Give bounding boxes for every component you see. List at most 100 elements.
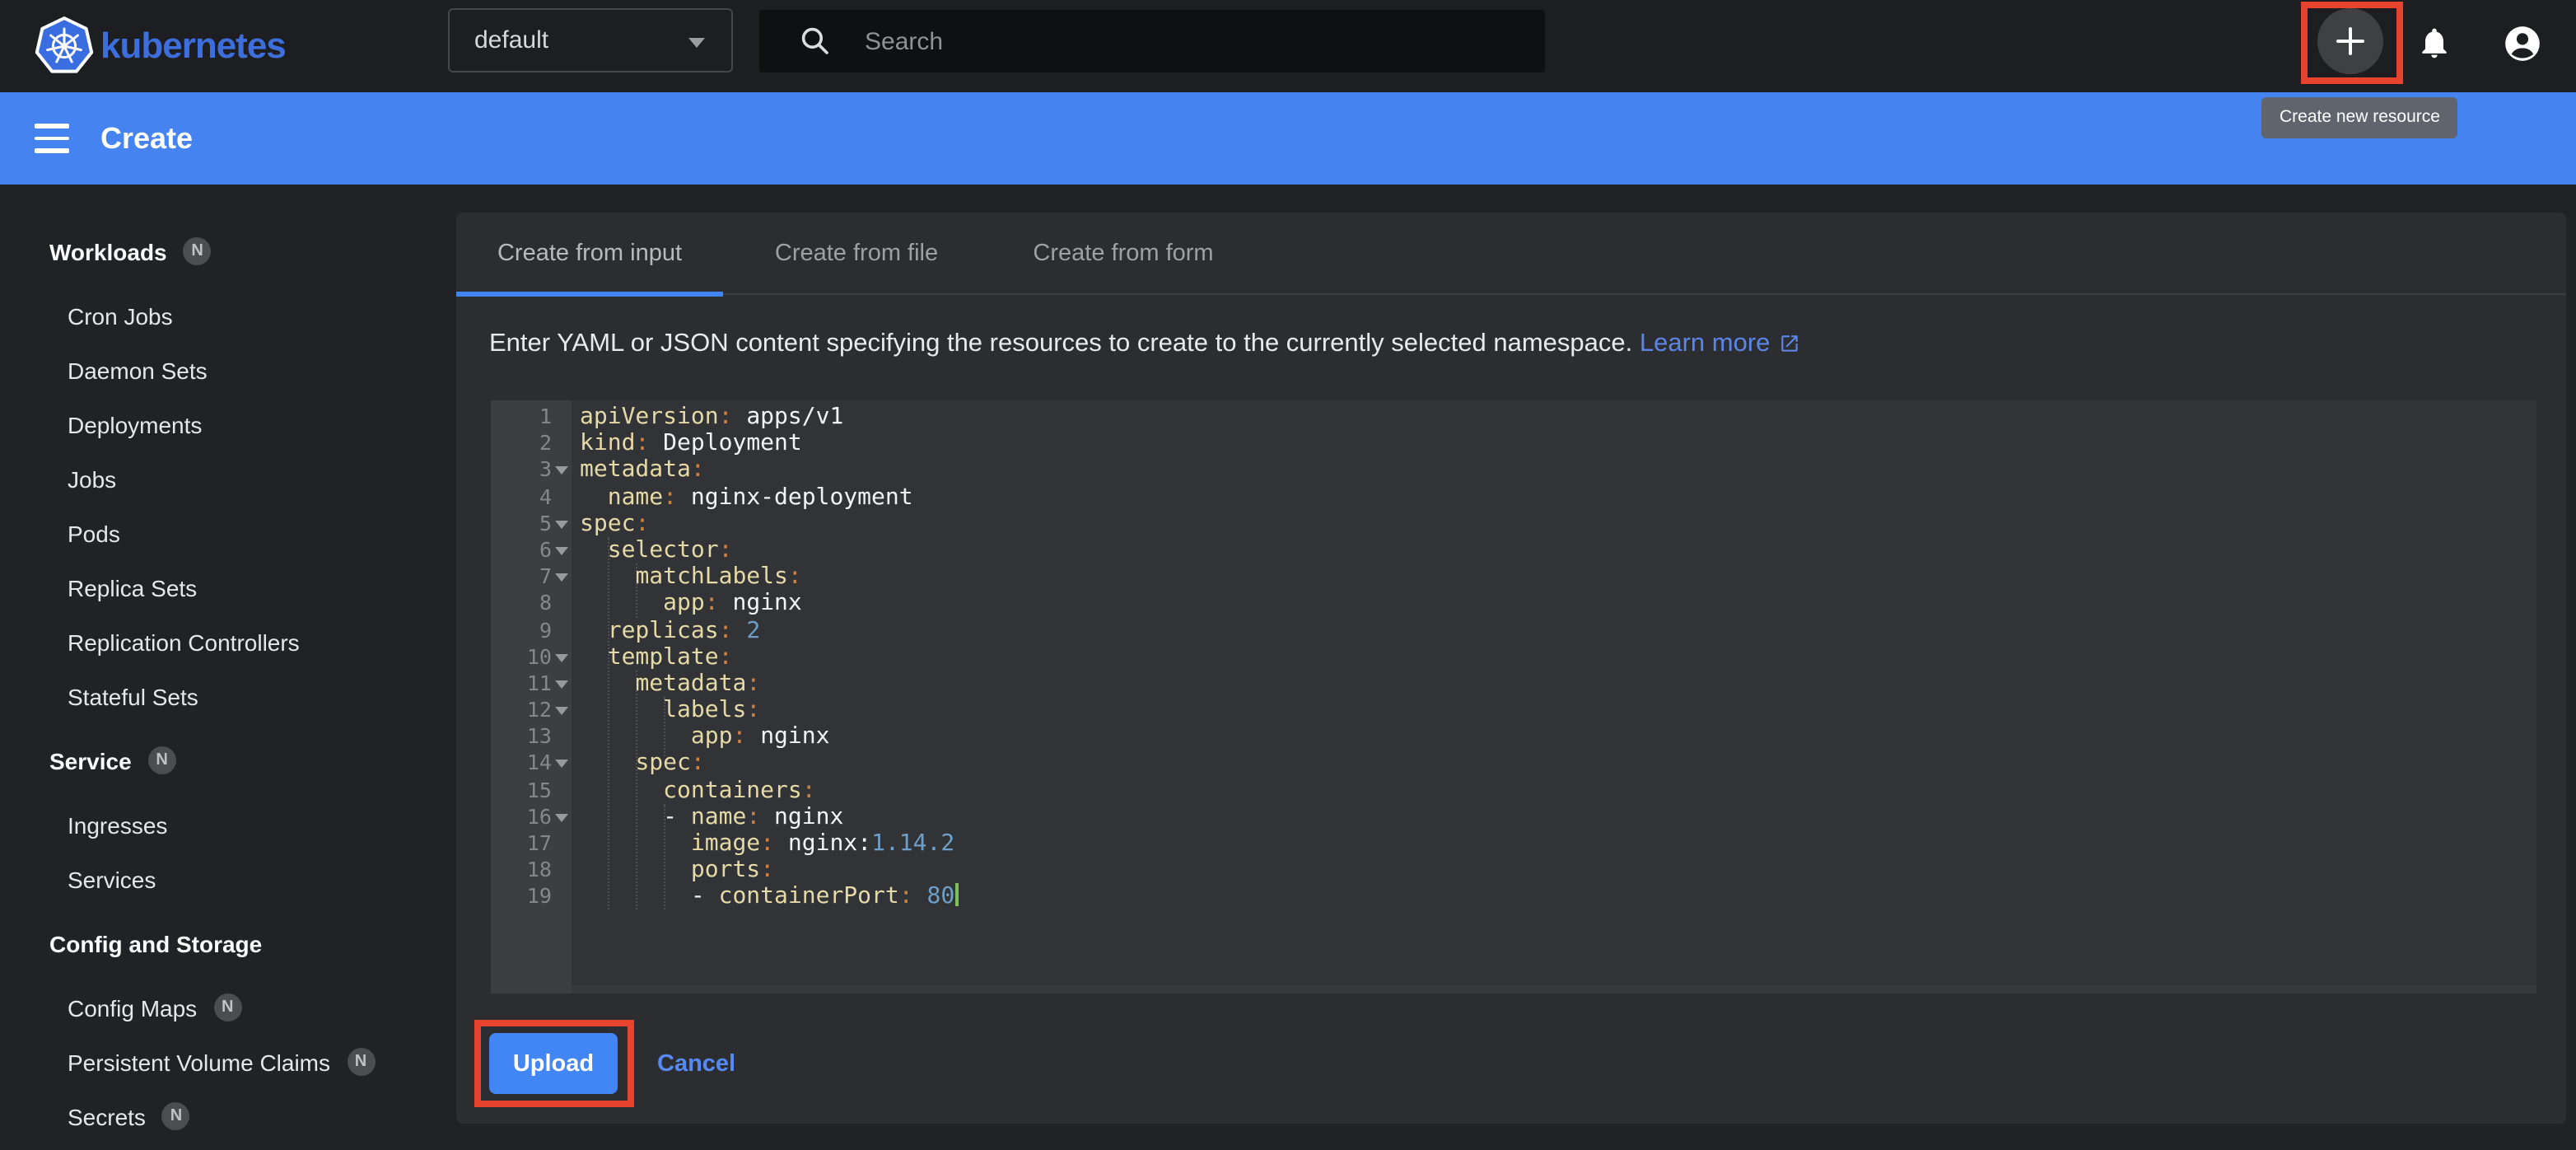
code-text: image: nginx:1.14.2 (572, 830, 954, 857)
fold-arrow-icon[interactable] (555, 680, 568, 689)
line-number: 9 (491, 617, 572, 643)
sidebar-item-replication-controllers[interactable]: Replication Controllers (0, 615, 456, 669)
fold-arrow-icon[interactable] (555, 573, 568, 582)
search-input[interactable] (865, 27, 1458, 55)
fold-arrow-icon[interactable] (555, 653, 568, 661)
line-number: 2 (491, 430, 572, 456)
kubernetes-logo-icon[interactable] (35, 13, 94, 79)
app-bar: Create (0, 92, 2576, 185)
fold-arrow-icon[interactable] (555, 467, 568, 475)
code-text: containers: (572, 777, 816, 803)
editor-line: 9 replicas: 2 (491, 617, 2536, 643)
sidebar-item-jobs[interactable]: Jobs (0, 451, 456, 506)
fold-arrow-icon[interactable] (555, 521, 568, 529)
create-tabs: Create from inputCreate from fileCreate … (456, 213, 2566, 295)
code-text: - name: nginx (572, 804, 843, 830)
sidebar-nav: WorkloadsN Cron Jobs Daemon Sets Deployment… (0, 185, 456, 1150)
line-number: 13 (491, 724, 572, 750)
bell-icon (2416, 25, 2452, 61)
line-number: 14 (491, 750, 572, 777)
line-number: 12 (491, 697, 572, 723)
sidebar-item-deployments[interactable]: Deployments (0, 397, 456, 451)
code-text: app: nginx (572, 591, 802, 617)
sidebar-item-persistent-volume-claims[interactable]: Persistent Volume Claims N (0, 1035, 456, 1089)
menu-icon[interactable] (35, 124, 69, 153)
namespaced-badge: N (347, 1048, 375, 1076)
create-new-resource-button[interactable] (2317, 8, 2383, 74)
sidebar-item-stateful-sets[interactable]: Stateful Sets (0, 669, 456, 723)
editor-line: 11 metadata: (491, 671, 2536, 697)
sidebar-item-cron-jobs[interactable]: Cron Jobs (0, 288, 456, 343)
code-text: labels: (572, 697, 760, 723)
code-text: ports: (572, 857, 774, 883)
line-number: 16 (491, 804, 572, 830)
sidebar-item-pods[interactable]: Pods (0, 506, 456, 560)
tab-create-from-input[interactable]: Create from input (456, 213, 723, 295)
cancel-button[interactable]: Cancel (657, 1033, 735, 1094)
sidebar-section-service: Service N (0, 733, 456, 788)
editor-horizontal-scrollbar[interactable] (572, 985, 2536, 993)
editor-line: 1apiVersion: apps/v1 (491, 404, 2536, 430)
notifications-button[interactable] (2413, 21, 2456, 64)
dropdown-arrow-icon (688, 38, 705, 48)
kubernetes-dashboard: kubernetes default (0, 0, 2576, 1150)
line-number: 15 (491, 777, 572, 803)
code-text: name: nginx-deployment (572, 484, 913, 510)
external-link-icon (1778, 333, 1799, 354)
line-number: 3 (491, 457, 572, 484)
line-number: 4 (491, 484, 572, 510)
sidebar-item-replica-sets[interactable]: Replica Sets (0, 560, 456, 615)
sidebar-item-config-maps[interactable]: Config MapsN (0, 980, 456, 1035)
namespace-select[interactable]: default (448, 8, 733, 72)
editor-line: 12 labels: (491, 697, 2536, 723)
editor-line: 7 matchLabels: (491, 563, 2536, 590)
editor-instructions: Enter YAML or JSON content specifying th… (489, 328, 2527, 361)
sidebar-item-label: Daemon Sets (68, 357, 208, 383)
editor-line: 17 image: nginx:1.14.2 (491, 830, 2536, 857)
sidebar-item-label: Pods (68, 520, 120, 546)
line-number: 7 (491, 563, 572, 590)
sidebar-item-label: Persistent Volume Claims (68, 1049, 330, 1075)
namespaced-badge: N (213, 993, 241, 1021)
tab-create-from-form[interactable]: Create from form (990, 213, 1257, 295)
sidebar-item-label: Secrets (68, 1103, 146, 1129)
account-button[interactable] (2500, 21, 2543, 64)
account-icon (2501, 22, 2542, 63)
line-number: 6 (491, 537, 572, 563)
code-text: selector: (572, 537, 732, 563)
line-number: 19 (491, 884, 572, 910)
namespace-selected-value: default (474, 26, 548, 54)
code-text: spec: (572, 511, 649, 537)
namespaced-badge: N (148, 746, 176, 774)
line-number: 8 (491, 591, 572, 617)
tooltip-create-new-resource: Create new resource (2261, 97, 2458, 138)
editor-line: 6 selector: (491, 537, 2536, 563)
top-bar: kubernetes default (0, 0, 2576, 92)
sidebar-section-workloads: WorkloadsN (0, 224, 456, 278)
editor-line: 3metadata: (491, 457, 2536, 484)
editor-line: 16 - name: nginx (491, 804, 2536, 830)
sidebar-item-ingresses[interactable]: Ingresses (0, 797, 456, 852)
sidebar-section-label: Service (49, 747, 132, 774)
sidebar-item-services[interactable]: Services (0, 852, 456, 906)
fold-arrow-icon[interactable] (555, 760, 568, 769)
code-text: metadata: (572, 671, 760, 697)
learn-more-link[interactable]: Learn more (1640, 330, 1771, 358)
logo-wordmark: kubernetes (100, 0, 286, 92)
sidebar-item-secrets[interactable]: SecretsN (0, 1089, 456, 1143)
fold-arrow-icon[interactable] (555, 814, 568, 822)
editor-line: 13 app: nginx (491, 724, 2536, 750)
editor-line: 2kind: Deployment (491, 430, 2536, 456)
sidebar-item-label: Services (68, 866, 156, 892)
sidebar-item-daemon-sets[interactable]: Daemon Sets (0, 343, 456, 397)
yaml-editor[interactable]: 1apiVersion: apps/v12kind: Deployment3me… (491, 400, 2536, 993)
fold-arrow-icon[interactable] (555, 547, 568, 555)
sidebar-item-label: Stateful Sets (68, 683, 198, 709)
fold-arrow-icon[interactable] (555, 707, 568, 715)
plus-icon (2331, 21, 2370, 61)
upload-button[interactable]: Upload (489, 1033, 618, 1094)
text-cursor (954, 884, 958, 907)
line-number: 1 (491, 404, 572, 430)
tab-create-from-file[interactable]: Create from file (723, 213, 990, 295)
editor-line: 5spec: (491, 511, 2536, 537)
